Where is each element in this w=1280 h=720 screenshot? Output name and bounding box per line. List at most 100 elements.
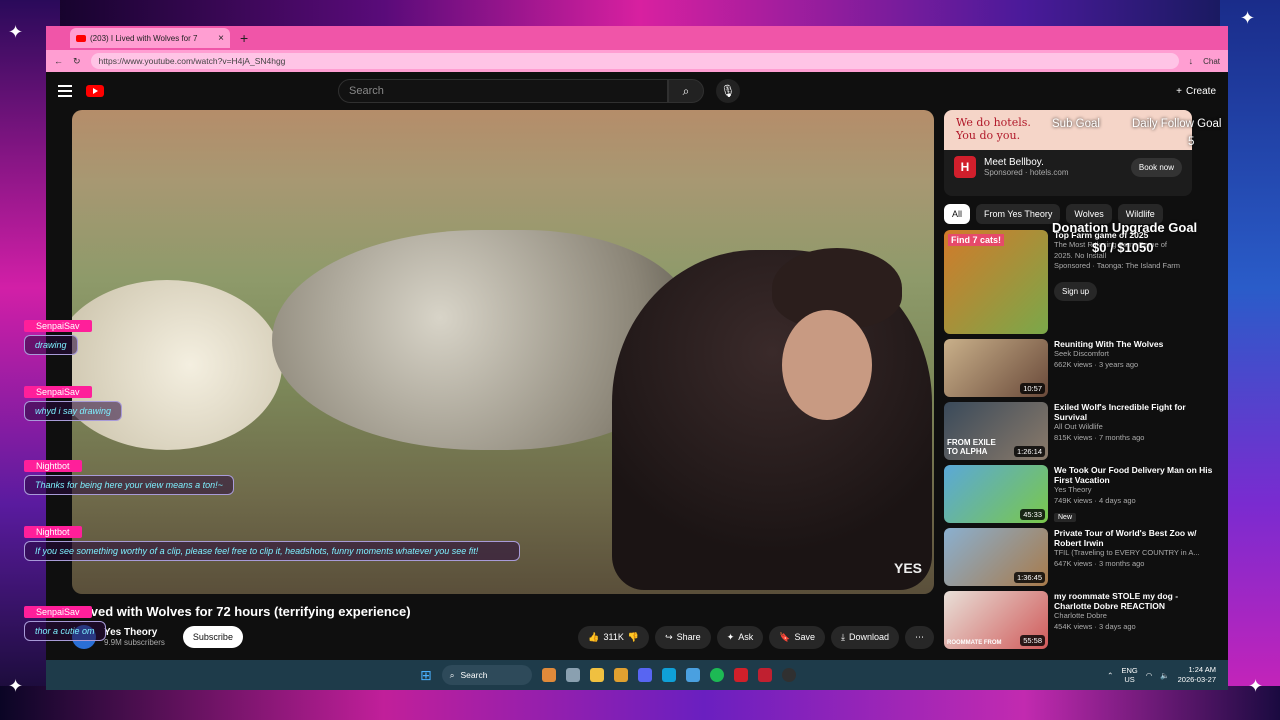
language-indicator[interactable]: ENG US (1121, 666, 1137, 684)
video-frame-face (782, 310, 872, 420)
chip-all[interactable]: All (944, 204, 971, 224)
youtube-logo[interactable] (86, 85, 104, 97)
chat-text: If you see something worthy of a clip, p… (24, 541, 520, 561)
chat-text: drawing (24, 335, 78, 355)
search-icon[interactable]: ⌕ (668, 79, 704, 103)
browser-tab[interactable]: (203) I Lived with Wolves for 7 × (70, 28, 230, 48)
spotify-icon[interactable] (709, 668, 724, 682)
mic-icon[interactable]: 🎙 (716, 79, 740, 103)
url-field[interactable]: https://www.youtube.com/watch?v=H4jA_SN4… (90, 53, 1179, 69)
book-now-button[interactable]: Book now (1130, 157, 1182, 177)
rec-thumbnail[interactable]: Find 7 cats! (944, 230, 1048, 334)
file-explorer-icon[interactable] (589, 668, 604, 682)
rec-info: Reuniting With The Wolves Seek Discomfor… (1054, 339, 1214, 397)
rec-thumbnail[interactable]: 45:33 (944, 465, 1048, 523)
chat-message: Nightbot If you see something worthy of … (24, 522, 524, 561)
rec-meta: All Out Wildlife (1054, 422, 1103, 432)
edge-icon[interactable] (661, 668, 676, 682)
list-item[interactable]: 1:36:45 Private Tour of World's Best Zoo… (944, 528, 1214, 586)
back-icon[interactable]: ← (54, 56, 63, 66)
decorative-right-frame (1220, 0, 1280, 720)
thumbs-down-icon[interactable]: 👎 (628, 632, 639, 643)
follow-goal-value: 5 (1188, 136, 1195, 148)
discord-icon[interactable] (637, 668, 652, 682)
chevron-up-icon[interactable]: ⌃ (1107, 671, 1113, 680)
save-button[interactable]: 🔖 Save (769, 625, 825, 649)
new-badge: New (1054, 513, 1077, 523)
taskbar-search-label: Search (460, 670, 488, 680)
new-tab-icon[interactable]: + (240, 30, 248, 46)
lang-label: ENG (1121, 666, 1138, 675)
rec-thumb-text: ROOMMATE FROM (947, 640, 1002, 646)
like-count: 311K (603, 632, 624, 642)
ask-button[interactable]: ✦ Ask (716, 625, 764, 649)
more-actions-icon[interactable]: ⋯ (905, 625, 934, 649)
ad-domain: hotels.com (1029, 168, 1069, 177)
sidebar: We do hotels. You do you. H Meet Bellboy… (934, 110, 1214, 654)
chat-text: Thanks for being here your view means a … (24, 475, 234, 495)
share-button[interactable]: ↪ Share (655, 625, 711, 649)
volume-icon[interactable]: 🔈 (1160, 671, 1169, 680)
rec-thumbnail[interactable]: 1:36:45 (944, 528, 1048, 586)
rec-thumbnail[interactable]: FROM EXILE TO ALPHA 1:26:14 (944, 402, 1048, 460)
rec-meta: Yes Theory (1054, 485, 1092, 495)
list-item[interactable]: Find 7 cats! Top Farm game of 2025 The M… (944, 230, 1214, 334)
store-icon[interactable] (685, 668, 700, 682)
clock-date: 2026-03-27 (1177, 675, 1216, 684)
sparkle-icon: ✦ (8, 676, 24, 696)
sub-goal-label: Sub Goal (1052, 118, 1100, 130)
windows-taskbar: ⊞ ⌕ Search ⌃ ENG US ◠ 🔈 1:24 AM 2026-03-… (46, 660, 1228, 690)
decorative-bottom-frame (0, 686, 1280, 720)
plus-icon: + (1176, 85, 1182, 97)
duration-badge: 10:57 (1020, 383, 1045, 394)
app-icon[interactable] (757, 668, 772, 682)
chat-username: Nightbot (24, 460, 82, 472)
sign-up-button[interactable]: Sign up (1054, 281, 1098, 301)
chip-from-yes-theory[interactable]: From Yes Theory (976, 204, 1061, 224)
video-actions: 👍 311K 👎 ↪ Share ✦ Ask 🔖 Save ⤓ Download… (578, 625, 934, 649)
clock[interactable]: 1:24 AM 2026-03-27 (1178, 665, 1216, 685)
rec-meta: 454K views · 3 days ago (1054, 621, 1136, 631)
list-item[interactable]: 10:57 Reuniting With The Wolves Seek Dis… (944, 339, 1214, 397)
rec-thumb-text: Find 7 cats! (948, 234, 1005, 246)
chat-username: SenpaiSav (24, 320, 92, 332)
app-icon[interactable] (541, 668, 556, 682)
create-label: Create (1185, 85, 1216, 97)
rec-thumbnail[interactable]: ROOMMATE FROM 55:58 (944, 591, 1048, 649)
app-icon[interactable] (613, 668, 628, 682)
list-item[interactable]: 45:33 We Took Our Food Delivery Man on H… (944, 465, 1214, 523)
taskbar-search[interactable]: ⌕ Search (441, 665, 532, 685)
channel-watermark: YES (893, 560, 922, 576)
tab-bar: (203) I Lived with Wolves for 7 × + (46, 26, 1228, 50)
reload-icon[interactable]: ↻ (73, 56, 81, 67)
obs-icon[interactable] (781, 668, 796, 682)
sparkle-icon: ✦ (1248, 676, 1264, 696)
search-input[interactable]: Search (338, 79, 668, 103)
rec-title: my roommate STOLE my dog - Charlotte Dob… (1054, 591, 1179, 612)
sparkle-icon: ✦ (8, 22, 24, 42)
download-icon[interactable]: ↓ (1189, 56, 1194, 66)
rec-thumbnail[interactable]: 10:57 (944, 339, 1048, 397)
menu-icon[interactable] (58, 85, 72, 97)
like-button[interactable]: 👍 311K 👎 (578, 625, 650, 649)
download-button[interactable]: ⤓ Download (830, 625, 899, 649)
create-button[interactable]: + Create (1176, 86, 1216, 97)
youtube-favicon-icon (76, 34, 86, 42)
close-tab-icon[interactable]: × (218, 33, 224, 44)
chat-message: SenpaiSav whyd i say drawing (24, 382, 524, 421)
clock-time: 1:24 AM (1188, 665, 1216, 675)
sparkle-icon: ✦ (1240, 8, 1256, 28)
search-icon: ⌕ (449, 669, 455, 680)
adobe-icon[interactable] (733, 668, 748, 682)
duration-badge: 1:26:14 (1013, 446, 1045, 457)
windows-start-icon[interactable]: ⊞ (420, 667, 432, 684)
list-item[interactable]: FROM EXILE TO ALPHA 1:26:14 Exiled Wolf'… (944, 402, 1214, 460)
tab-title: (203) I Lived with Wolves for 7 (90, 33, 198, 43)
wifi-icon[interactable]: ◠ (1146, 671, 1153, 680)
list-item[interactable]: ROOMMATE FROM 55:58 my roommate STOLE my… (944, 591, 1214, 649)
rec-title: Reuniting With The Wolves (1054, 339, 1164, 349)
rec-meta: 815K views · 7 months ago (1054, 432, 1145, 442)
chat-label[interactable]: Chat (1203, 57, 1220, 66)
task-view-icon[interactable] (565, 668, 580, 682)
rec-title: We Took Our Food Delivery Man on His Fir… (1054, 465, 1213, 486)
